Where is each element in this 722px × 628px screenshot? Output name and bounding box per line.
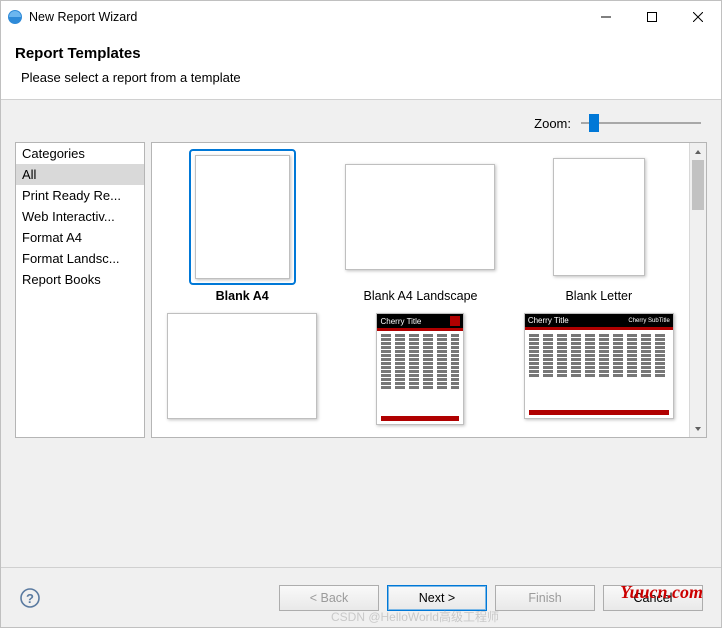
window-title: New Report Wizard (29, 10, 137, 24)
category-item-all[interactable]: All (16, 164, 144, 185)
maximize-button[interactable] (629, 1, 675, 33)
titlebar: New Report Wizard (1, 1, 721, 33)
wizard-header: Report Templates Please select a report … (1, 33, 721, 100)
content-area: Zoom: Categories All Print Ready Re... W… (1, 100, 721, 567)
zoom-slider[interactable] (581, 114, 701, 132)
scroll-up-icon[interactable] (690, 143, 706, 160)
template-cherry-landscape[interactable]: Cherry TitleCherry SubTitle (513, 307, 685, 431)
category-item-web-interactive[interactable]: Web Interactiv... (16, 206, 144, 227)
wizard-footer: ? < Back Next > Finish Cancel Yuucn.com … (1, 567, 721, 627)
scroll-down-icon[interactable] (690, 420, 706, 437)
categories-list[interactable]: Categories All Print Ready Re... Web Int… (15, 142, 145, 438)
category-item-print-ready[interactable]: Print Ready Re... (16, 185, 144, 206)
minimize-button[interactable] (583, 1, 629, 33)
template-label: Blank Letter (565, 289, 632, 303)
template-blank-a4-landscape[interactable]: Blank A4 Landscape (334, 149, 506, 303)
page-title: Report Templates (15, 45, 707, 62)
zoom-label: Zoom: (534, 116, 571, 131)
template-gallery: Blank A4 Blank A4 Landscape Blank Letter (151, 142, 707, 438)
page-subtitle: Please select a report from a template (15, 70, 707, 85)
app-icon (1, 9, 29, 25)
template-item[interactable] (156, 307, 328, 431)
cancel-button[interactable]: Cancel (603, 585, 703, 611)
back-button[interactable]: < Back (279, 585, 379, 611)
template-label: Blank A4 (216, 289, 269, 303)
svg-text:?: ? (26, 591, 34, 606)
template-blank-letter[interactable]: Blank Letter (513, 149, 685, 303)
category-item-report-books[interactable]: Report Books (16, 269, 144, 290)
watermark-csdn: CSDN @HelloWorld高级工程师 (331, 608, 499, 625)
finish-button[interactable]: Finish (495, 585, 595, 611)
close-button[interactable] (675, 1, 721, 33)
template-cherry-portrait[interactable]: Cherry Title (334, 307, 506, 431)
next-button[interactable]: Next > (387, 585, 487, 611)
help-icon[interactable]: ? (19, 587, 41, 609)
template-label: Blank A4 Landscape (364, 289, 478, 303)
gallery-scrollbar[interactable] (689, 143, 706, 437)
category-item-format-a4[interactable]: Format A4 (16, 227, 144, 248)
category-item-format-landscape[interactable]: Format Landsc... (16, 248, 144, 269)
categories-header: Categories (16, 143, 144, 164)
template-blank-a4[interactable]: Blank A4 (156, 149, 328, 303)
zoom-control: Zoom: (1, 100, 721, 142)
